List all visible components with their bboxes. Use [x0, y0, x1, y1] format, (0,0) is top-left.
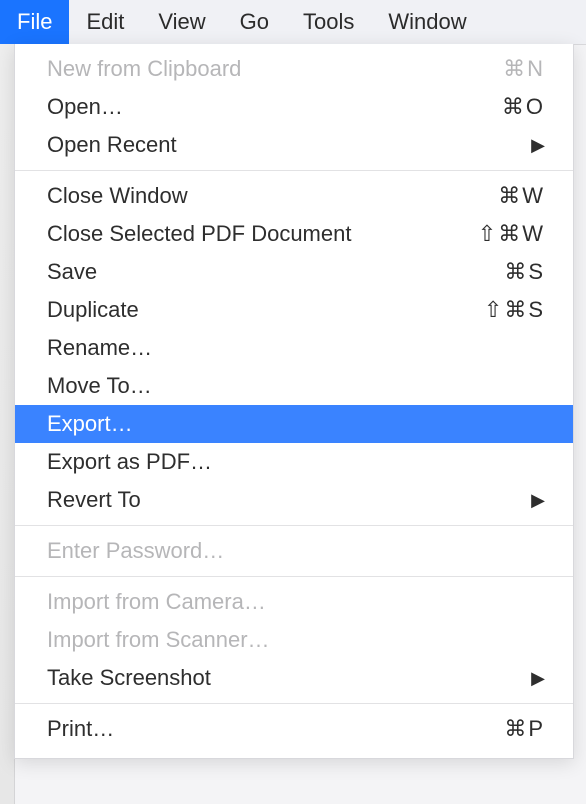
menu-divider [15, 170, 573, 171]
menuitem-label: Export as PDF… [47, 449, 212, 475]
menuitem-new-from-clipboard: New from Clipboard ⌘N [15, 50, 573, 88]
menuitem-label: Close Selected PDF Document [47, 221, 351, 247]
menu-file[interactable]: File [0, 0, 69, 44]
menuitem-label: Export… [47, 411, 133, 437]
menuitem-export[interactable]: Export… [15, 405, 573, 443]
menuitem-label: Open Recent [47, 132, 177, 158]
menuitem-label: Move To… [47, 373, 152, 399]
menuitem-label: Save [47, 259, 97, 285]
menu-tools[interactable]: Tools [286, 0, 371, 44]
menuitem-label: Revert To [47, 487, 141, 513]
menubar: File Edit View Go Tools Window [0, 0, 586, 45]
menuitem-label: Open… [47, 94, 123, 120]
menuitem-export-as-pdf[interactable]: Export as PDF… [15, 443, 573, 481]
menuitem-label: Print… [47, 716, 114, 742]
menuitem-close-selected-pdf[interactable]: Close Selected PDF Document ⇧⌘W [15, 215, 573, 253]
menuitem-label: Enter Password… [47, 538, 224, 564]
menuitem-duplicate[interactable]: Duplicate ⇧⌘S [15, 291, 573, 329]
menuitem-shortcut: ⌘O [455, 94, 545, 120]
menuitem-label: Import from Scanner… [47, 627, 270, 653]
menuitem-label: Close Window [47, 183, 188, 209]
menuitem-rename[interactable]: Rename… [15, 329, 573, 367]
menuitem-shortcut: ⇧⌘S [455, 297, 545, 323]
menu-file-label: File [17, 9, 52, 35]
menuitem-label: Duplicate [47, 297, 139, 323]
menuitem-import-from-camera: Import from Camera… [15, 583, 573, 621]
menu-window[interactable]: Window [371, 0, 483, 44]
file-menu-dropdown: New from Clipboard ⌘N Open… ⌘O Open Rece… [14, 44, 574, 759]
menuitem-open[interactable]: Open… ⌘O [15, 88, 573, 126]
menuitem-shortcut: ⌘S [455, 259, 545, 285]
menuitem-shortcut: ⌘P [455, 716, 545, 742]
menuitem-move-to[interactable]: Move To… [15, 367, 573, 405]
menu-tools-label: Tools [303, 9, 354, 35]
menu-divider [15, 576, 573, 577]
menu-edit[interactable]: Edit [69, 0, 141, 44]
submenu-arrow-icon: ▶ [531, 490, 545, 511]
menuitem-import-from-scanner: Import from Scanner… [15, 621, 573, 659]
menuitem-close-window[interactable]: Close Window ⌘W [15, 177, 573, 215]
submenu-arrow-icon: ▶ [531, 135, 545, 156]
menuitem-label: Import from Camera… [47, 589, 266, 615]
menu-divider [15, 703, 573, 704]
menu-go[interactable]: Go [223, 0, 286, 44]
menuitem-save[interactable]: Save ⌘S [15, 253, 573, 291]
background-window-edge [0, 44, 15, 804]
menuitem-label: Take Screenshot [47, 665, 211, 691]
menuitem-revert-to[interactable]: Revert To ▶ [15, 481, 573, 519]
menu-view-label: View [158, 9, 205, 35]
menuitem-open-recent[interactable]: Open Recent ▶ [15, 126, 573, 164]
menu-divider [15, 525, 573, 526]
menuitem-label: Rename… [47, 335, 152, 361]
menuitem-label: New from Clipboard [47, 56, 241, 82]
menuitem-print[interactable]: Print… ⌘P [15, 710, 573, 748]
menuitem-shortcut: ⌘W [455, 183, 545, 209]
menu-go-label: Go [240, 9, 269, 35]
menuitem-enter-password: Enter Password… [15, 532, 573, 570]
menu-window-label: Window [388, 9, 466, 35]
menu-edit-label: Edit [86, 9, 124, 35]
menuitem-take-screenshot[interactable]: Take Screenshot ▶ [15, 659, 573, 697]
submenu-arrow-icon: ▶ [531, 668, 545, 689]
menuitem-shortcut: ⇧⌘W [455, 221, 545, 247]
menuitem-shortcut: ⌘N [455, 56, 545, 82]
menu-view[interactable]: View [141, 0, 222, 44]
